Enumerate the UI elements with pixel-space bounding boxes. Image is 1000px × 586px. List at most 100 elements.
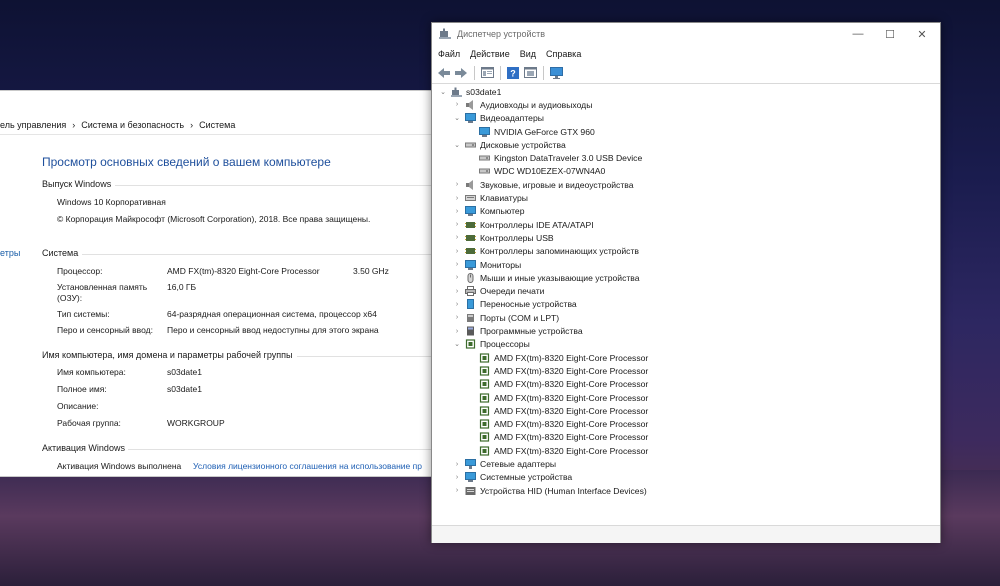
device-item[interactable]: WDC WD10EZEX-07WN4A0: [466, 165, 605, 178]
tree-item-label: Порты (COM и LPT): [480, 312, 560, 323]
chevron-right-icon[interactable]: ›: [452, 261, 462, 268]
menu-bar: Файл Действие Вид Справка: [432, 45, 940, 62]
chevron-right-icon[interactable]: ›: [452, 274, 462, 281]
menu-view[interactable]: Вид: [520, 49, 536, 59]
chevron-down-icon[interactable]: ⌄: [452, 340, 462, 348]
breadcrumb-item-system[interactable]: Система: [199, 120, 235, 130]
tree-item-label: AMD FX(tm)-8320 Eight-Core Processor: [494, 379, 649, 390]
chevron-right-icon[interactable]: ›: [452, 301, 462, 308]
section-divider: [115, 185, 431, 186]
device-category[interactable]: › Клавиатуры: [452, 191, 528, 204]
chevron-right-icon[interactable]: ›: [452, 234, 462, 241]
menu-file[interactable]: Файл: [438, 49, 460, 59]
menu-help[interactable]: Справка: [546, 49, 581, 59]
device-category[interactable]: › Переносные устройства: [452, 298, 577, 311]
breadcrumb-item-control-panel[interactable]: ель управления: [0, 120, 66, 130]
processor-icon: [465, 339, 476, 349]
device-category[interactable]: › Контроллеры USB: [452, 231, 554, 244]
portable-device-icon: [465, 299, 476, 310]
device-item[interactable]: NVIDIA GeForce GTX 960: [466, 125, 595, 138]
device-item[interactable]: AMD FX(tm)-8320 Eight-Core Processor: [466, 418, 648, 431]
device-tree: ⌄ s03date1 › Аудиовходы и аудиовыходы ⌄ Видео…: [432, 85, 940, 525]
properties-icon[interactable]: [479, 65, 495, 81]
device-category[interactable]: › Звуковые, игровые и видеоустройства: [452, 178, 634, 191]
device-item[interactable]: AMD FX(tm)-8320 Eight-Core Processor: [466, 444, 648, 457]
tree-item-label: Программные устройства: [480, 326, 583, 337]
hid-icon: [465, 486, 476, 496]
device-category[interactable]: › Порты (COM и LPT): [452, 311, 559, 324]
device-category[interactable]: › Программные устройства: [452, 324, 583, 337]
driver-details-icon[interactable]: [522, 65, 538, 81]
tree-root[interactable]: ⌄ s03date1: [438, 85, 501, 98]
chevron-right-icon[interactable]: ›: [452, 248, 462, 255]
device-category[interactable]: › Компьютер: [452, 205, 524, 218]
breadcrumb-item-security[interactable]: Система и безопасность: [81, 120, 184, 130]
menu-action[interactable]: Действие: [470, 49, 510, 59]
workgroup-value: WORKGROUP: [167, 418, 225, 428]
section-heading-system: Система: [42, 248, 79, 258]
device-category[interactable]: › Системные устройства: [452, 471, 572, 484]
back-arrow-icon[interactable]: [436, 65, 452, 81]
processor-label: Процессор:: [57, 266, 103, 276]
device-category[interactable]: › Мыши и иные указывающие устройства: [452, 271, 640, 284]
chevron-right-icon[interactable]: ›: [452, 288, 462, 295]
chevron-right-icon[interactable]: ›: [452, 461, 462, 468]
device-item[interactable]: AMD FX(tm)-8320 Eight-Core Processor: [466, 364, 648, 377]
forward-arrow-icon[interactable]: [453, 65, 469, 81]
device-manager-icon: [439, 28, 451, 39]
left-nav-link[interactable]: етры: [0, 248, 20, 258]
chevron-right-icon[interactable]: ›: [452, 487, 462, 494]
chevron-right-icon[interactable]: ›: [452, 208, 462, 215]
tree-item-label: Процессоры: [480, 339, 530, 350]
tree-item-label: Клавиатуры: [480, 193, 528, 204]
device-category[interactable]: › Мониторы: [452, 258, 521, 271]
close-button[interactable]: ✕: [905, 23, 939, 45]
title-bar[interactable]: Диспетчер устройств — ☐ ✕: [432, 23, 940, 45]
chevron-down-icon[interactable]: ⌄: [452, 141, 462, 149]
activation-status: Активация Windows выполнена: [57, 461, 182, 471]
device-item[interactable]: Kingston DataTraveler 3.0 USB Device: [466, 152, 642, 165]
toolbar-separator: [474, 65, 475, 80]
device-category[interactable]: › Сетевые адаптеры: [452, 457, 556, 470]
chevron-down-icon[interactable]: ⌄: [452, 114, 462, 122]
tree-item-label: AMD FX(tm)-8320 Eight-Core Processor: [494, 419, 649, 430]
chevron-right-icon[interactable]: ›: [452, 474, 462, 481]
device-category[interactable]: › Контроллеры запоминающих устройств: [452, 245, 639, 258]
section-divider: [128, 449, 431, 450]
chevron-right-icon[interactable]: ›: [452, 221, 462, 228]
pen-value: Перо и сенсорный ввод недоступны для это…: [167, 325, 379, 335]
device-category[interactable]: › Очереди печати: [452, 285, 544, 298]
device-category[interactable]: › Устройства HID (Human Interface Devices…: [452, 484, 647, 497]
device-item[interactable]: AMD FX(tm)-8320 Eight-Core Processor: [466, 351, 648, 364]
ram-value: 16,0 ГБ: [167, 282, 197, 292]
chevron-right-icon[interactable]: ›: [452, 101, 462, 108]
printer-icon: [465, 286, 476, 297]
breadcrumb: ель управления › Система и безопасность …: [0, 115, 432, 135]
license-terms-link[interactable]: Условия лицензионного соглашения на испо…: [193, 461, 422, 471]
ram-label-suffix: (ОЗУ):: [57, 293, 83, 303]
monitor-icon: [465, 259, 476, 270]
disk-icon: [479, 153, 490, 163]
maximize-button[interactable]: ☐: [873, 23, 907, 45]
device-category[interactable]: ⌄ Процессоры: [452, 338, 530, 351]
help-icon[interactable]: ?: [505, 65, 521, 81]
chevron-right-icon[interactable]: ›: [452, 181, 462, 188]
device-category[interactable]: › Контроллеры IDE ATA/ATAPI: [452, 218, 594, 231]
system-type-label: Тип системы:: [57, 309, 110, 319]
computer-icon: [465, 206, 476, 217]
device-item[interactable]: AMD FX(tm)-8320 Eight-Core Processor: [466, 378, 648, 391]
device-item[interactable]: AMD FX(tm)-8320 Eight-Core Processor: [466, 404, 648, 417]
chevron-down-icon[interactable]: ⌄: [438, 88, 448, 96]
minimize-button[interactable]: —: [841, 23, 875, 45]
device-item[interactable]: AMD FX(tm)-8320 Eight-Core Processor: [466, 431, 648, 444]
computer-name-label: Имя компьютера:: [57, 367, 126, 377]
chevron-right-icon[interactable]: ›: [452, 328, 462, 335]
device-item[interactable]: AMD FX(tm)-8320 Eight-Core Processor: [466, 391, 648, 404]
pen-label: Перо и сенсорный ввод:: [57, 325, 153, 335]
chevron-right-icon[interactable]: ›: [452, 314, 462, 321]
chevron-right-icon[interactable]: ›: [452, 195, 462, 202]
device-category[interactable]: ⌄ Дисковые устройства: [452, 138, 566, 151]
scan-hardware-icon[interactable]: [548, 65, 564, 81]
device-category[interactable]: ⌄ Видеоадаптеры: [452, 112, 544, 125]
device-category[interactable]: › Аудиовходы и аудиовыходы: [452, 98, 592, 111]
